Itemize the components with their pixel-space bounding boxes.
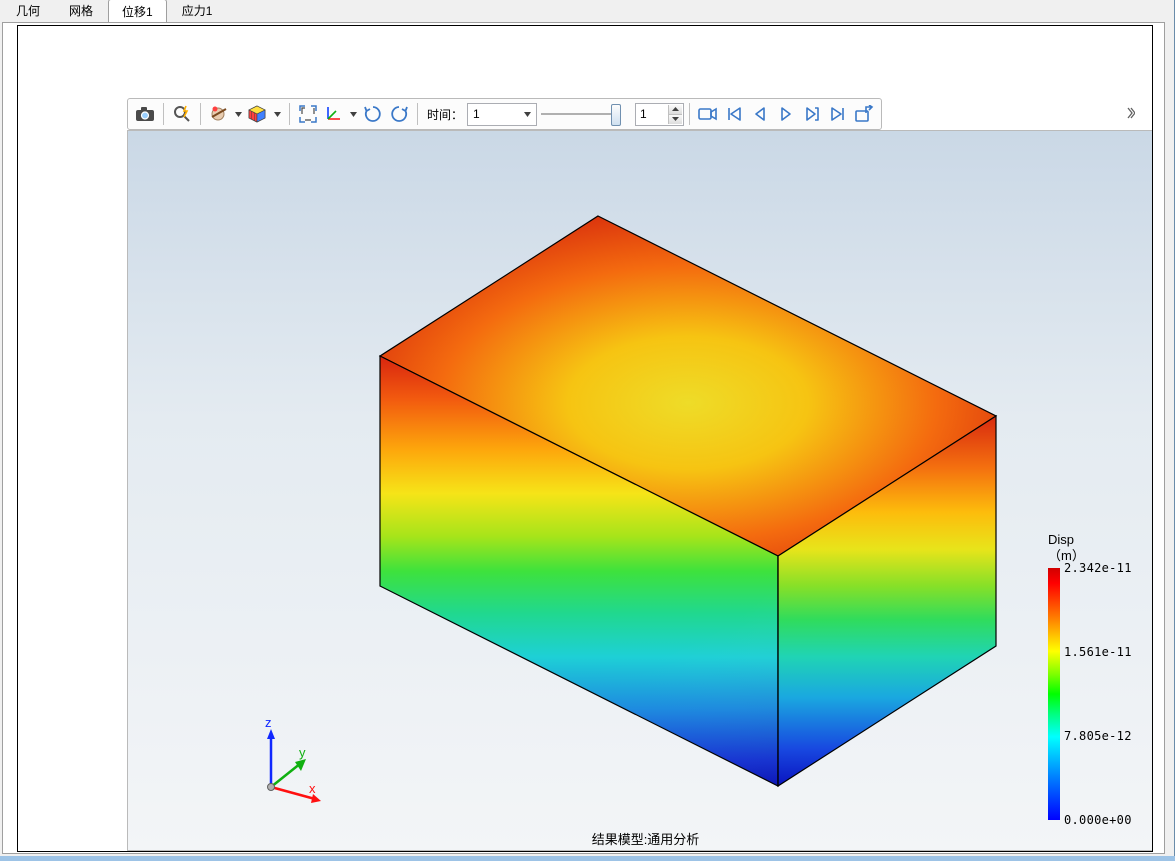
tab-stress-1[interactable]: 应力1 [168, 0, 227, 22]
app-window: 几何 网格 位移1 应力1 [0, 0, 1175, 856]
step-forward-icon [804, 106, 820, 122]
next-frame-button[interactable] [799, 101, 825, 127]
spinner-up-icon[interactable] [668, 105, 682, 115]
chevron-down-icon [274, 112, 281, 117]
record-button[interactable] [695, 101, 721, 127]
triad-z-label: z [265, 715, 272, 730]
step-back-icon [752, 106, 768, 122]
chevron-right-double-icon [1127, 106, 1135, 120]
orientation-triad: z y x [243, 717, 333, 807]
legend-title: Disp （m） [1048, 532, 1153, 565]
magnifier-lightning-icon [172, 104, 192, 124]
rotate-ccw-icon [363, 104, 383, 124]
color-legend: Disp （m） 2.342e-11 1.561e-11 7.805e-12 0… [1048, 532, 1153, 821]
skip-last-icon [830, 106, 846, 122]
main-panel: 时间： 1 1 [2, 22, 1165, 854]
slider-thumb[interactable] [611, 104, 621, 126]
tab-displacement-1[interactable]: 位移1 [108, 0, 167, 23]
viewer-toolbar: 时间： 1 1 [127, 98, 882, 130]
legend-tick: 7.805e-12 [1064, 729, 1132, 743]
first-frame-button[interactable] [721, 101, 747, 127]
chevron-down-icon [235, 112, 242, 117]
colormap-button[interactable] [245, 101, 284, 127]
frame-spinner[interactable]: 1 [635, 103, 684, 126]
export-icon [854, 105, 874, 123]
tab-geometry[interactable]: 几何 [2, 0, 54, 22]
axes-toggle-button[interactable] [321, 101, 360, 127]
legend-tick: 1.561e-11 [1064, 645, 1132, 659]
result-viewport[interactable]: z y x Disp （m） 2.342e-11 1.561e-11 [127, 130, 1153, 851]
tab-bar: 几何 网格 位移1 应力1 [0, 0, 1174, 22]
render-style-button[interactable] [206, 101, 245, 127]
legend-tick: 2.342e-11 [1064, 561, 1132, 575]
query-button[interactable] [169, 101, 195, 127]
rotate-cw-icon [389, 104, 409, 124]
legend-colorbar [1048, 568, 1060, 820]
panel-border: 时间： 1 1 [17, 25, 1153, 852]
time-label: 时间： [423, 106, 467, 123]
skip-first-icon [726, 106, 742, 122]
spinner-down-icon[interactable] [668, 115, 682, 124]
video-camera-icon [698, 106, 718, 122]
triad-x-label: x [309, 781, 316, 796]
xyz-axes-icon [324, 105, 342, 123]
slider-track [541, 113, 621, 115]
fit-to-screen-icon [298, 104, 318, 124]
legend-labels: 2.342e-11 1.561e-11 7.805e-12 0.000e+00 [1064, 568, 1153, 820]
chevron-down-icon [350, 112, 357, 117]
fit-view-button[interactable] [295, 101, 321, 127]
legend-tick: 0.000e+00 [1064, 813, 1132, 827]
rotate-ccw-button[interactable] [360, 101, 386, 127]
time-combo[interactable]: 1 [467, 103, 537, 126]
frame-spinner-value: 1 [636, 107, 668, 121]
play-button[interactable] [773, 101, 799, 127]
play-icon [778, 106, 794, 122]
viewport-caption: 结果模型:通用分析 [128, 829, 1153, 848]
last-frame-button[interactable] [825, 101, 851, 127]
chevron-down-icon [520, 105, 535, 124]
rubik-cube-icon [248, 105, 266, 123]
rotate-cw-button[interactable] [386, 101, 412, 127]
time-slider[interactable] [541, 104, 631, 125]
toolbar-overflow-button[interactable] [1126, 103, 1136, 123]
screenshot-button[interactable] [132, 101, 158, 127]
prev-frame-button[interactable] [747, 101, 773, 127]
export-animation-button[interactable] [851, 101, 877, 127]
time-combo-value: 1 [468, 107, 498, 121]
result-block [308, 186, 1028, 806]
tab-mesh[interactable]: 网格 [55, 0, 107, 22]
paint-sphere-icon [209, 104, 229, 124]
triad-y-label: y [299, 745, 306, 760]
camera-icon [135, 106, 155, 122]
